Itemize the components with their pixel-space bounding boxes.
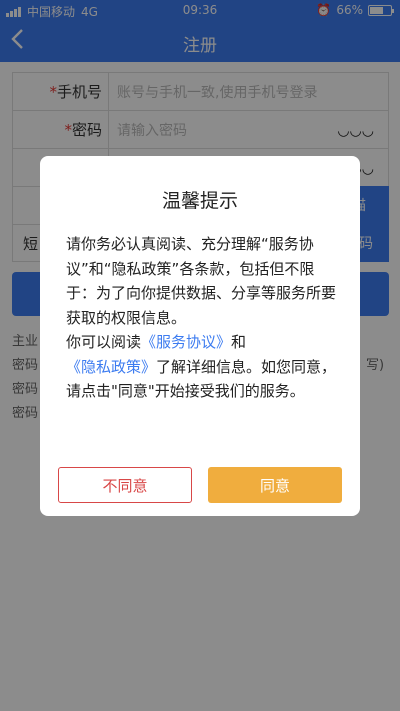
dialog-paragraph-2: 你可以阅读《服务协议》和 《隐私政策》了解详细信息。如您同意，请点击"同意"开始接… <box>66 330 338 404</box>
dialog-body: 请你务必认真阅读、充分理解“服务协议”和“隐私政策”各条款，包括但不限于：为了向… <box>66 232 338 404</box>
service-agreement-link[interactable]: 《服务协议》 <box>141 333 231 351</box>
privacy-dialog: 温馨提示 请你务必认真阅读、充分理解“服务协议”和“隐私政策”各条款，包括但不限… <box>40 156 360 516</box>
privacy-policy-link[interactable]: 《隐私政策》 <box>66 358 156 376</box>
disagree-button[interactable]: 不同意 <box>58 467 192 503</box>
dialog-paragraph-1: 请你务必认真阅读、充分理解“服务协议”和“隐私政策”各条款，包括但不限于：为了向… <box>66 235 337 327</box>
dialog-text: 和 <box>231 333 247 351</box>
dialog-text: 你可以阅读 <box>66 333 142 351</box>
dialog-title: 温馨提示 <box>161 190 238 212</box>
agree-button[interactable]: 同意 <box>208 467 342 503</box>
